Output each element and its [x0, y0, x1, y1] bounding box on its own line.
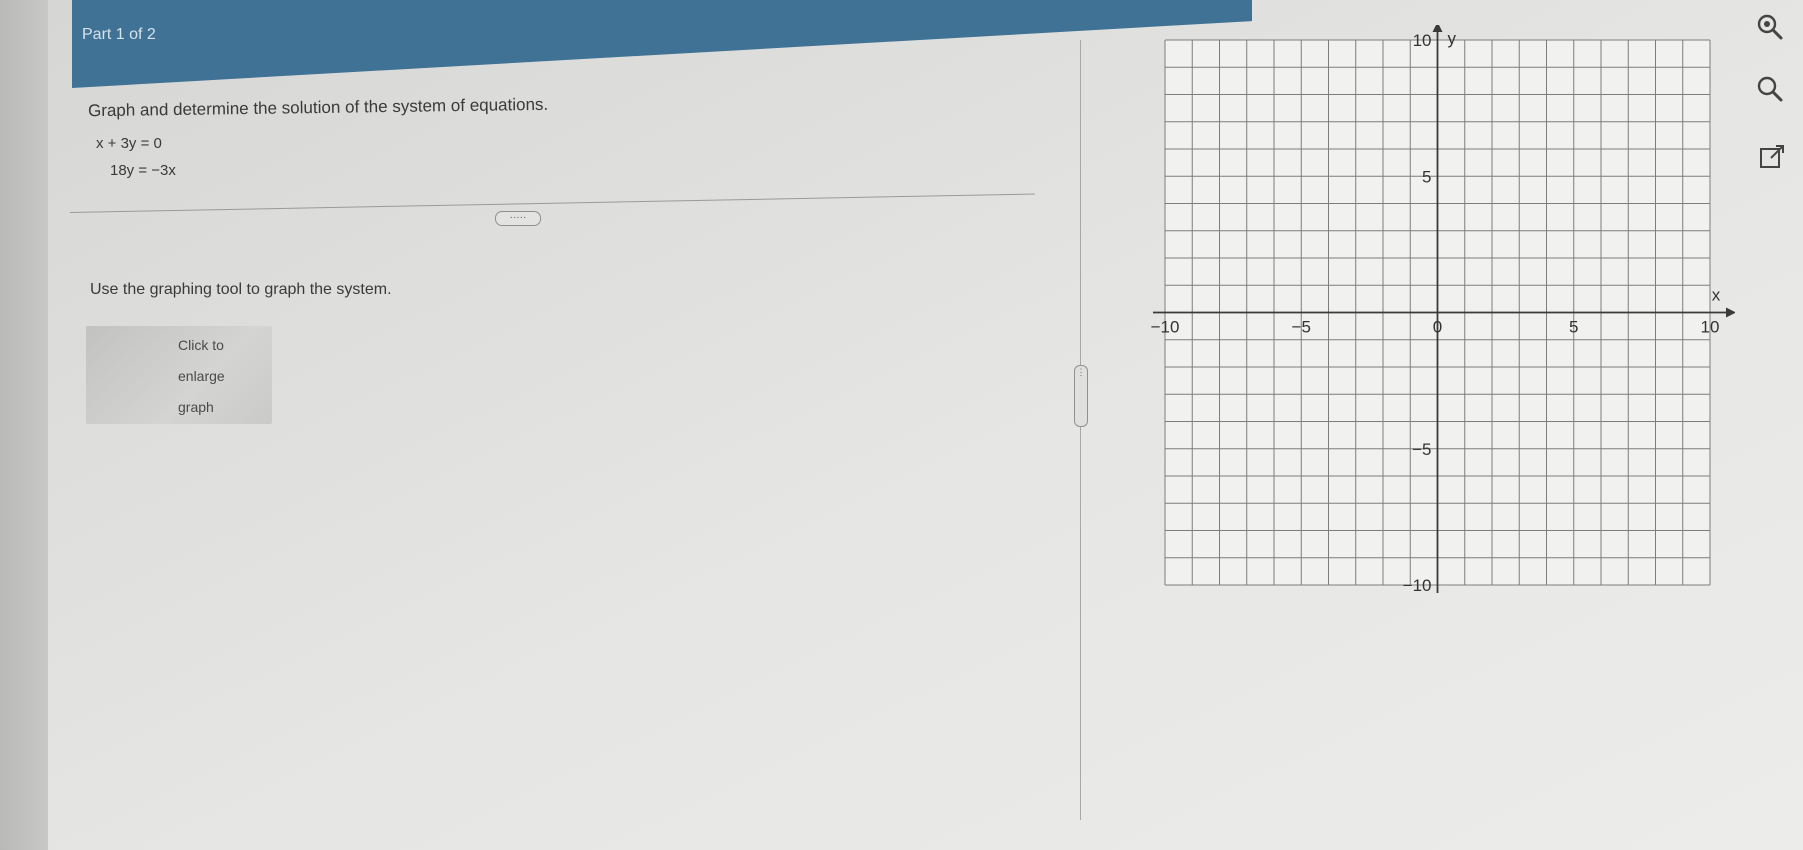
zoom-in-icon[interactable] [1753, 10, 1787, 44]
x-tick-label: 0 [1433, 318, 1442, 337]
y-tick-label: −10 [1403, 576, 1432, 595]
y-tick-label: −5 [1412, 440, 1431, 459]
x-axis-arrow [1726, 307, 1735, 318]
thumbnail-label-line: enlarge [178, 368, 225, 384]
pane-resize-handle[interactable]: ⋮ [1074, 365, 1088, 427]
part-label: Part 1 of 2 [82, 26, 156, 43]
x-tick-label: 5 [1569, 318, 1578, 337]
enlarge-graph-thumbnail[interactable]: Click to enlarge graph [86, 326, 272, 424]
x-tick-label: −10 [1151, 318, 1180, 337]
popout-icon[interactable] [1755, 140, 1789, 174]
equation-system: x + 3y = 0 18y = −3x [96, 135, 176, 189]
thumbnail-label-line: graph [178, 399, 214, 415]
coordinate-grid[interactable]: −10 −5 0 5 10 10 5 −5 −10 x y [1120, 25, 1735, 625]
x-tick-label: −5 [1292, 318, 1311, 337]
expand-handle[interactable]: ····· [495, 211, 541, 226]
equation-1: x + 3y = 0 [96, 135, 162, 152]
x-tick-label: 10 [1701, 318, 1720, 337]
pane-splitter [1080, 40, 1081, 820]
equation-2: 18y = −3x [110, 162, 176, 179]
thumbnail-label-line: Click to [178, 337, 224, 353]
graphing-prompt: Use the graphing tool to graph the syste… [90, 281, 392, 298]
x-axis-label: x [1712, 286, 1721, 305]
thumbnail-label: Click to enlarge graph [178, 330, 268, 423]
y-axis-label: y [1448, 29, 1457, 48]
y-axis-arrow [1432, 25, 1443, 32]
zoom-out-icon[interactable] [1753, 72, 1787, 106]
y-tick-label: 10 [1413, 31, 1432, 50]
y-tick-label: 5 [1422, 167, 1431, 186]
left-margin [0, 0, 48, 850]
